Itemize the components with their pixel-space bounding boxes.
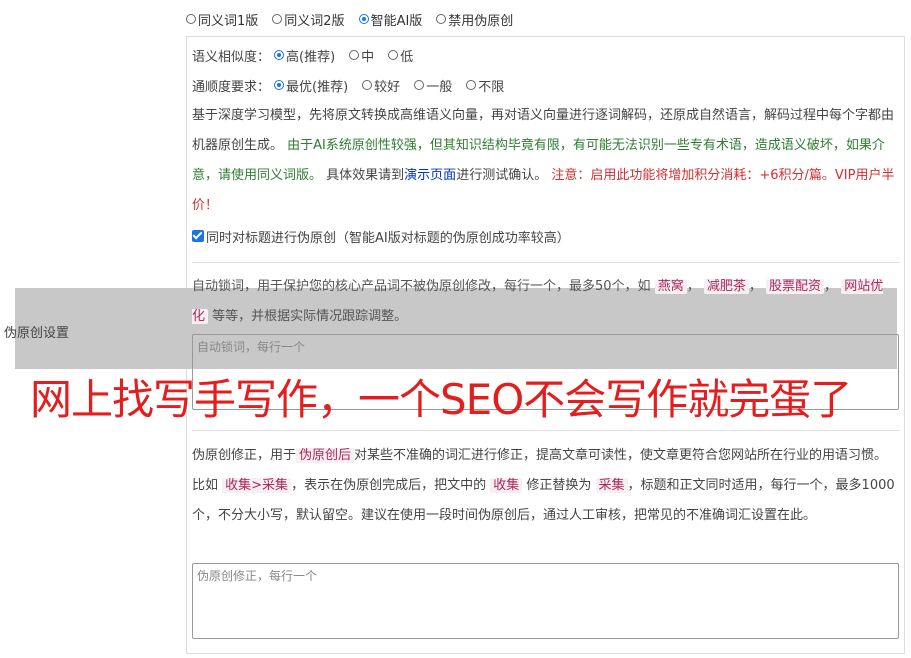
demo-page-link[interactable]: 演示页面 <box>404 168 456 183</box>
title-rewrite-row: 同时对标题进行伪原创（智能AI版对标题的伪原创成功率较高） <box>192 226 570 246</box>
radio-synonym-v1[interactable]: 同义词1版 <box>186 10 258 29</box>
radio-ai-version[interactable]: 智能AI版 <box>358 10 423 29</box>
section-label: 伪原创设置 <box>4 326 70 341</box>
radio-circle[interactable] <box>414 80 425 90</box>
radio-label: 不限 <box>478 79 505 95</box>
radio-fluency-normal[interactable]: 一般 <box>414 76 452 95</box>
corr-text: ，表示在伪原创完成后，把文中的 <box>291 478 487 493</box>
corr-tag: 采集 <box>595 478 628 493</box>
corr-tag: 收集>采集 <box>222 478 292 493</box>
radio-circle[interactable] <box>349 50 360 60</box>
radio-circle[interactable] <box>388 50 399 60</box>
divider <box>192 262 900 263</box>
overlay-title: 网上找写手写作，一个SEO不会写作就完蛋了 <box>30 375 852 424</box>
radio-circle[interactable] <box>362 80 373 90</box>
lock-words-description: 自动锁词，用于保护您的核心产品词不被伪原创修改，每行一个，最多50个，如 燕窝，… <box>192 272 898 332</box>
radio-label: 高(推荐) <box>286 49 336 65</box>
lock-example-tag: 减肥茶 <box>703 279 749 294</box>
radio-circle-selected[interactable] <box>274 50 285 60</box>
radio-circle-selected[interactable] <box>358 14 369 24</box>
radio-circle[interactable] <box>466 80 477 90</box>
lock-example-tag: 股票配资 <box>766 279 825 294</box>
radio-fluency-best[interactable]: 最优(推荐) <box>274 76 348 95</box>
fluency-label: 通顺度要求： <box>192 79 271 95</box>
radio-fluency-any[interactable]: 不限 <box>466 76 504 95</box>
corr-text: 伪原创修正，用于 <box>192 448 297 463</box>
desc-text: 进行测试确认。 <box>456 168 548 183</box>
correction-textarea[interactable]: 伪原创修正，每行一个 <box>192 563 899 639</box>
correction-description: 伪原创修正，用于 伪原创后 对某些不准确的词汇进行修正，提高文章可读性，使文章更符合… <box>192 441 898 531</box>
radio-label: 最优(推荐) <box>286 79 349 95</box>
ai-description: 基于深度学习模型，先将原文转换成高维语义向量，再对语义向量进行逐词解码，还原成自… <box>192 101 898 221</box>
separator: ， <box>748 279 762 294</box>
radio-label: 中 <box>361 49 375 65</box>
radio-label: 同义词2版 <box>284 13 345 29</box>
radio-synonym-v2[interactable]: 同义词2版 <box>272 10 345 29</box>
corr-text: 修正替换为 <box>526 478 592 493</box>
radio-label: 同义词1版 <box>198 13 259 29</box>
radio-fluency-good[interactable]: 较好 <box>362 76 400 95</box>
lock-text: 自动锁词，用于保护您的核心产品词不被伪原创修改，每行一个，最多50个，如 <box>192 279 651 294</box>
radio-label: 低 <box>400 49 414 65</box>
separator: ， <box>686 279 700 294</box>
fluency-row: 通顺度要求： 最优(推荐) 较好 一般 不限 <box>192 74 518 96</box>
radio-label: 较好 <box>374 79 401 95</box>
similarity-row: 语义相似度： 高(推荐) 中 低 <box>192 44 427 66</box>
radio-similarity-high[interactable]: 高(推荐) <box>274 46 335 65</box>
corr-tag: 收集 <box>490 478 523 493</box>
lock-text: 等等，并根据实际情况跟踪调整。 <box>212 309 408 324</box>
radio-circle[interactable] <box>436 14 447 24</box>
similarity-label: 语义相似度： <box>192 49 271 65</box>
title-rewrite-label: 同时对标题进行伪原创（智能AI版对标题的伪原创成功率较高） <box>206 230 570 246</box>
radio-circle[interactable] <box>272 14 283 24</box>
radio-circle[interactable] <box>186 14 196 24</box>
radio-similarity-mid[interactable]: 中 <box>349 46 374 65</box>
title-rewrite-checkbox[interactable] <box>192 230 204 242</box>
corr-tag: 伪原创后 <box>296 448 355 463</box>
radio-similarity-low[interactable]: 低 <box>388 46 413 65</box>
radio-circle-selected[interactable] <box>274 80 285 90</box>
radio-disable-rewrite[interactable]: 禁用伪原创 <box>436 10 513 29</box>
divider <box>192 430 900 431</box>
lock-example-tag: 燕窝 <box>654 279 687 294</box>
radio-label: 智能AI版 <box>370 13 423 29</box>
radio-label: 一般 <box>426 79 453 95</box>
version-radio-group: 同义词1版 同义词2版 智能AI版 禁用伪原创 <box>186 10 527 29</box>
desc-text: 具体效果请到 <box>326 168 405 183</box>
separator: ， <box>824 279 838 294</box>
radio-label: 禁用伪原创 <box>448 13 514 29</box>
